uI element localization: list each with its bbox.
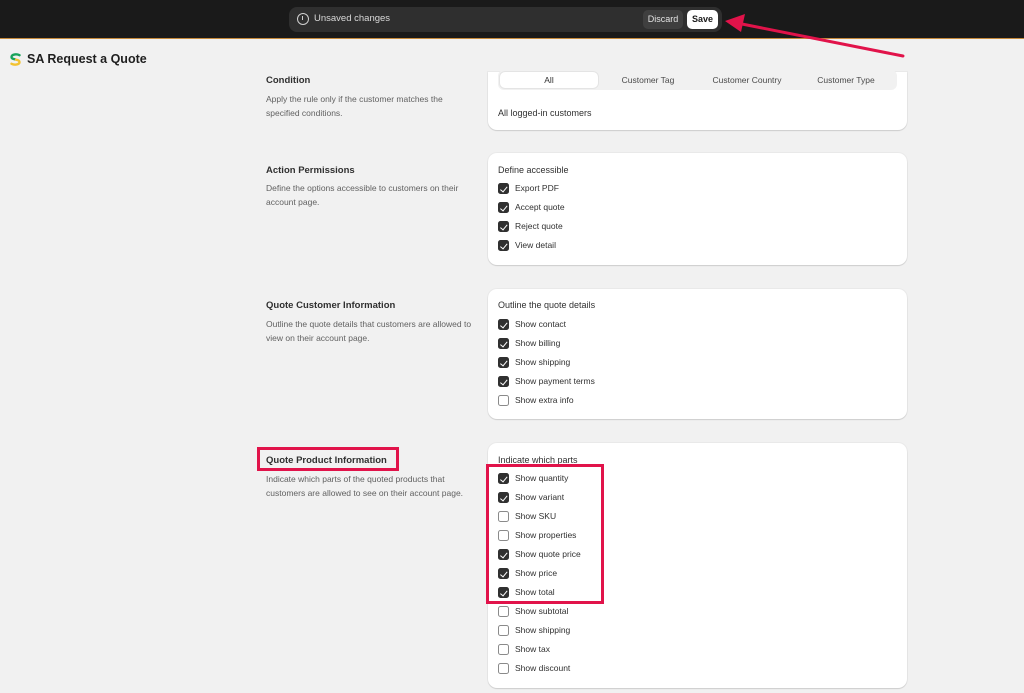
action-permissions-label: Define accessible <box>498 165 569 175</box>
action-permissions-title: Action Permissions <box>266 165 355 176</box>
checkbox-label: Show tax <box>515 644 550 654</box>
checkbox[interactable] <box>498 625 509 636</box>
checkbox-label: Show shipping <box>515 357 571 367</box>
product-info-description: Indicate which parts of the quoted produ… <box>266 474 464 498</box>
checkbox[interactable] <box>498 376 509 387</box>
condition-description: Apply the rule only if the customer matc… <box>266 94 443 118</box>
discard-button[interactable]: Discard <box>643 10 683 29</box>
options-highlight-box <box>486 464 604 604</box>
checkbox-label: Show extra info <box>515 395 574 405</box>
checkbox[interactable] <box>498 663 509 674</box>
checkbox-label: Show billing <box>515 338 561 348</box>
tab-customer-country[interactable]: Customer Country <box>698 72 796 88</box>
checkbox[interactable] <box>498 183 509 194</box>
checkbox[interactable] <box>498 338 509 349</box>
checkbox-label: Show discount <box>515 663 571 673</box>
customer-info-title: Quote Customer Information <box>266 300 396 311</box>
checkbox[interactable] <box>498 202 509 213</box>
condition-tabs: All Customer Tag Customer Country Custom… <box>498 70 897 90</box>
checkbox-label: Show payment terms <box>515 376 595 386</box>
save-bar-panel: Unsaved changes Discard Save <box>289 7 722 32</box>
unsaved-changes-text: Unsaved changes <box>314 13 391 24</box>
condition-card: All Customer Tag Customer Country Custom… <box>488 70 907 130</box>
checkbox[interactable] <box>498 221 509 232</box>
customer-info-description: Outline the quote details that customers… <box>266 319 472 343</box>
contextual-save-bar: Unsaved changes Discard Save <box>0 0 1024 39</box>
checkbox[interactable] <box>498 395 509 406</box>
checkbox-label: Show shipping <box>515 625 571 635</box>
checkbox[interactable] <box>498 240 509 251</box>
checkbox-label: Show contact <box>515 319 567 329</box>
checkbox[interactable] <box>498 357 509 368</box>
action-permissions-card: Define accessible Export PDF Accept quot… <box>488 153 907 265</box>
sa-logo-icon <box>10 53 21 66</box>
save-button[interactable]: Save <box>687 10 718 29</box>
checkbox-label: Reject quote <box>515 221 563 231</box>
customer-info-card: Outline the quote details Show contact S… <box>488 289 907 419</box>
info-icon <box>297 13 309 25</box>
tab-customer-type[interactable]: Customer Type <box>797 72 895 88</box>
condition-title: Condition <box>266 75 311 86</box>
tab-customer-tag[interactable]: Customer Tag <box>599 72 697 88</box>
checkbox-label: Accept quote <box>515 202 565 212</box>
checkbox[interactable] <box>498 319 509 330</box>
tab-all[interactable]: All <box>500 72 598 88</box>
action-permissions-description: Define the options accessible to custome… <box>266 183 459 207</box>
checkbox[interactable] <box>498 606 509 617</box>
customer-info-label: Outline the quote details <box>498 300 596 310</box>
app-title: SA Request a Quote <box>27 52 147 66</box>
product-info-title: Quote Product Information <box>266 455 387 466</box>
checkbox-label: Show subtotal <box>515 606 569 616</box>
checkbox[interactable] <box>498 644 509 655</box>
checkbox-label: Export PDF <box>515 183 559 193</box>
condition-body-text: All logged-in customers <box>498 108 592 118</box>
checkbox-label: View detail <box>515 240 556 250</box>
